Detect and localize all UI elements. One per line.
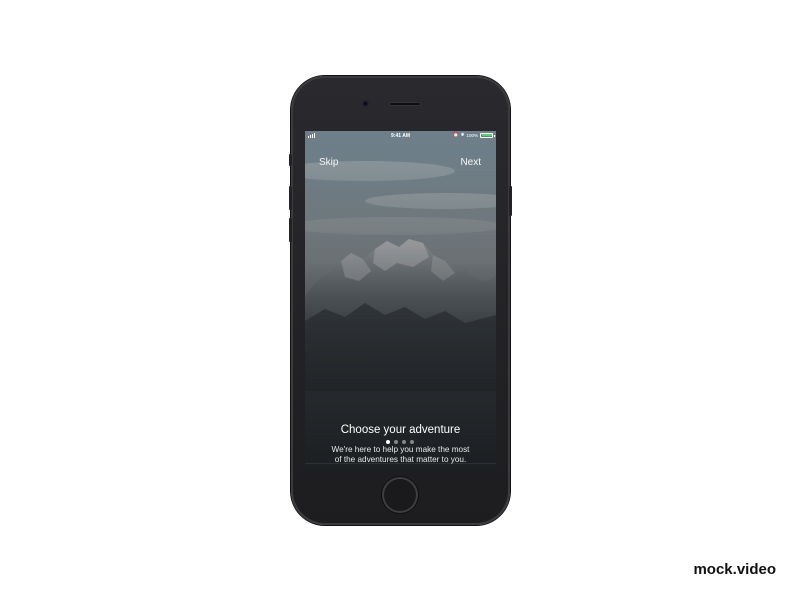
subtitle-line-1: We're here to help you make the most bbox=[331, 445, 470, 454]
earpiece-speaker bbox=[389, 102, 421, 106]
onboarding-title: Choose your adventure bbox=[340, 424, 461, 436]
phone-screen: 9:41 AM ⏰ ✱ 100% Skip Next Choose your a… bbox=[305, 131, 496, 471]
front-camera-icon bbox=[362, 100, 369, 107]
power-button bbox=[509, 186, 512, 216]
page-dot-1[interactable] bbox=[386, 440, 390, 444]
volume-down-button bbox=[289, 218, 292, 242]
page-dot-4[interactable] bbox=[410, 440, 414, 444]
volume-up-button bbox=[289, 186, 292, 210]
bluetooth-icon: ✱ bbox=[460, 132, 465, 137]
phone-mockup: 9:41 AM ⏰ ✱ 100% Skip Next Choose your a… bbox=[289, 76, 512, 525]
home-button[interactable] bbox=[382, 477, 418, 513]
onboarding-subtitle: We're here to help you make the most of … bbox=[313, 445, 488, 465]
skip-button[interactable]: Skip bbox=[319, 157, 338, 168]
page-dot-2[interactable] bbox=[394, 440, 398, 444]
screen-bottom-divider bbox=[305, 463, 496, 464]
mountain-background-image bbox=[305, 131, 496, 471]
status-bar: 9:41 AM ⏰ ✱ 100% bbox=[305, 131, 496, 141]
mute-switch bbox=[289, 154, 292, 166]
battery-percent: 100% bbox=[466, 132, 478, 138]
alarm-icon: ⏰ bbox=[453, 132, 459, 137]
page-indicator bbox=[0, 440, 800, 444]
page-dot-3[interactable] bbox=[402, 440, 406, 444]
next-button[interactable]: Next bbox=[460, 157, 481, 168]
battery-icon bbox=[480, 132, 495, 138]
status-right-group: ⏰ ✱ 100% bbox=[453, 132, 495, 138]
watermark-label: mock.video bbox=[693, 561, 776, 578]
stage: 9:41 AM ⏰ ✱ 100% Skip Next Choose your a… bbox=[0, 0, 800, 600]
